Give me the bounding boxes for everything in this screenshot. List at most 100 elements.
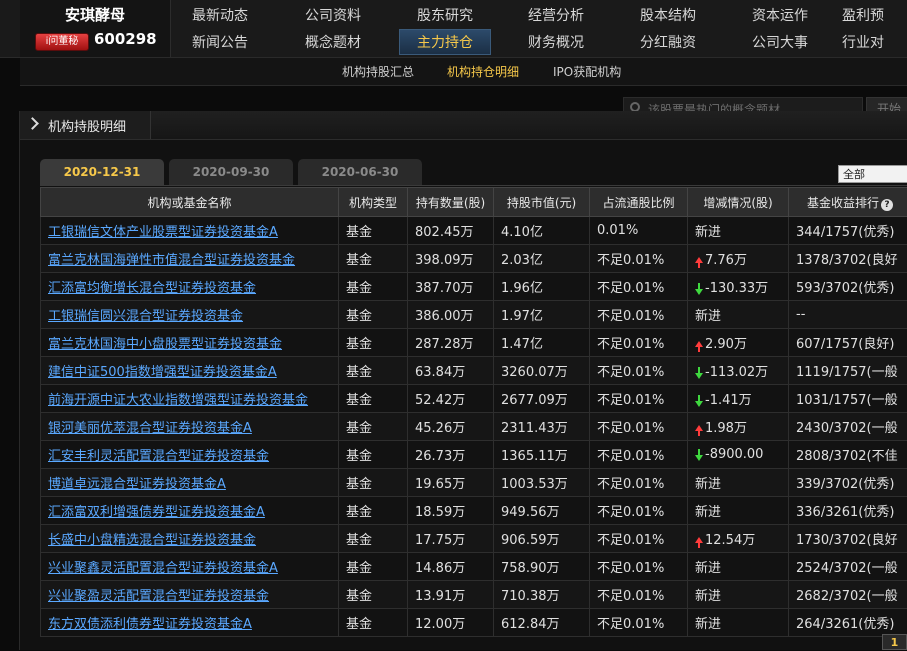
header-market-value[interactable]: 持股市值(元): [494, 188, 590, 217]
change-value: 新进: [695, 505, 721, 520]
change-cell: 1.98万: [688, 413, 789, 441]
change-value: 2.90万: [705, 337, 747, 352]
nav-company-profile[interactable]: 公司资料: [283, 3, 383, 29]
fund-name-cell: 建信中证500指数增强型证券投资基金A: [41, 357, 339, 385]
nav-concept-themes[interactable]: 概念题材: [283, 30, 383, 56]
fund-name-link[interactable]: 汇添富双利增强债券型证券投资基金A: [48, 505, 265, 520]
change-cell: -130.33万: [688, 273, 789, 301]
fund-name-link[interactable]: 工银瑞信文体产业股票型证券投资基金A: [48, 225, 278, 240]
float-ratio-cell: 不足0.01%: [590, 385, 688, 413]
stock-code: 600298: [94, 30, 157, 48]
subnav-institution-detail[interactable]: 机构持仓明细: [447, 63, 519, 80]
table-row: 建信中证500指数增强型证券投资基金A基金63.84万3260.07万不足0.0…: [41, 357, 907, 385]
fund-name-link[interactable]: 富兰克林国海弹性市值混合型证券投资基金: [48, 253, 295, 268]
float-ratio-cell: 不足0.01%: [590, 273, 688, 301]
fund-rank-cell: 2808/3702(不佳: [789, 441, 907, 469]
float-ratio-cell: 不足0.01%: [590, 301, 688, 329]
nav-industry-comparison[interactable]: 行业对: [842, 30, 907, 56]
change-cell: 7.76万: [688, 245, 789, 273]
nav-financial-overview[interactable]: 财务概况: [506, 30, 606, 56]
nav-share-structure[interactable]: 股本结构: [618, 3, 718, 29]
fund-name-link[interactable]: 汇安丰利灵活配置混合型证券投资基金: [48, 449, 269, 464]
stock-name: 安琪酵母: [40, 4, 150, 25]
nav-dividends-financing[interactable]: 分红融资: [618, 30, 718, 56]
fund-name-link[interactable]: 富兰克林国海中小盘股票型证券投资基金: [48, 337, 282, 352]
fund-rank-cell: 2430/3702(一般: [789, 413, 907, 441]
institution-type-cell: 基金: [339, 217, 408, 245]
institution-type-cell: 基金: [339, 329, 408, 357]
fund-rank-cell: 1730/3702(良好: [789, 525, 907, 553]
tab-2020-12-31[interactable]: 2020-12-31: [40, 159, 164, 185]
header-change[interactable]: 增减情况(股): [688, 188, 789, 217]
range-select[interactable]: 全部: [838, 165, 907, 183]
subnav-institution-summary[interactable]: 机构持股汇总: [342, 63, 414, 80]
ask-board-secretary-button[interactable]: i问董秘: [35, 33, 89, 51]
institution-type-cell: 基金: [339, 609, 408, 637]
nav-shareholder-research[interactable]: 股东研究: [395, 3, 495, 29]
fund-name-link[interactable]: 博道卓远混合型证券投资基金A: [48, 477, 226, 492]
top-navigation-bar: 安琪酵母 i问董秘 600298 最新动态 公司资料 股东研究 经营分析 股本结…: [0, 0, 907, 58]
increase-arrow-icon: [695, 341, 703, 347]
change-value: -1.41万: [705, 393, 752, 408]
tab-2020-06-30[interactable]: 2020-06-30: [298, 159, 422, 185]
fund-name-link[interactable]: 银河美丽优萃混合型证券投资基金A: [48, 421, 252, 436]
fund-name-link[interactable]: 建信中证500指数增强型证券投资基金A: [48, 365, 277, 380]
nav-main-holdings[interactable]: 主力持仓: [399, 29, 491, 55]
header-name[interactable]: 机构或基金名称: [41, 188, 339, 217]
table-row: 富兰克林国海弹性市值混合型证券投资基金基金398.09万2.03亿不足0.01%…: [41, 245, 907, 273]
tab-2020-09-30[interactable]: 2020-09-30: [169, 159, 293, 185]
institution-type-cell: 基金: [339, 413, 408, 441]
fund-name-link[interactable]: 汇添富均衡增长混合型证券投资基金: [48, 281, 256, 296]
fund-rank-cell: 1031/1757(一般: [789, 385, 907, 413]
change-value: 新进: [695, 617, 721, 632]
fund-name-link[interactable]: 工银瑞信圆兴混合型证券投资基金: [48, 309, 243, 324]
market-value-cell: 710.38万: [494, 581, 590, 609]
decrease-arrow-icon: [695, 401, 703, 407]
quantity-cell: 17.75万: [408, 525, 494, 553]
fund-name-link[interactable]: 前海开源中证大农业指数增强型证券投资基金: [48, 393, 308, 408]
header-fund-rank[interactable]: 基金收益排行?: [789, 188, 907, 217]
change-value: 新进: [695, 589, 721, 604]
pagination-page-button[interactable]: 1: [882, 634, 907, 650]
fund-name-cell: 汇安丰利灵活配置混合型证券投资基金: [41, 441, 339, 469]
nav-company-events[interactable]: 公司大事: [730, 30, 830, 56]
nav-capital-operations[interactable]: 资本运作: [730, 3, 830, 29]
header-quantity[interactable]: 持有数量(股): [408, 188, 494, 217]
fund-name-link[interactable]: 东方双债添利债券型证券投资基金A: [48, 617, 252, 632]
float-ratio-cell: 不足0.01%: [590, 497, 688, 525]
subnav-ipo-allocation[interactable]: IPO获配机构: [553, 63, 621, 80]
change-value: 7.76万: [705, 253, 747, 268]
header-fund-rank-label: 基金收益排行: [807, 196, 879, 210]
fund-name-cell: 兴业聚鑫灵活配置混合型证券投资基金A: [41, 553, 339, 581]
nav-news-announcements[interactable]: 新闻公告: [170, 30, 270, 56]
quantity-cell: 398.09万: [408, 245, 494, 273]
header-type[interactable]: 机构类型: [339, 188, 408, 217]
change-cell: 新进: [688, 553, 789, 581]
fund-name-link[interactable]: 长盛中小盘精选混合型证券投资基金: [48, 533, 256, 548]
change-cell: 新进: [688, 217, 789, 245]
panel-title-box[interactable]: 机构持股明细: [20, 111, 151, 139]
increase-arrow-icon: [695, 257, 703, 263]
market-value-cell: 1.47亿: [494, 329, 590, 357]
nav-business-analysis[interactable]: 经营分析: [506, 3, 606, 29]
fund-name-link[interactable]: 兴业聚盈灵活配置混合型证券投资基金: [48, 589, 269, 604]
change-value: -130.33万: [705, 281, 768, 296]
header-float-ratio[interactable]: 占流通股比例: [590, 188, 688, 217]
institution-type-cell: 基金: [339, 301, 408, 329]
help-icon[interactable]: ?: [881, 199, 893, 211]
change-cell: 新进: [688, 469, 789, 497]
quantity-cell: 52.42万: [408, 385, 494, 413]
float-ratio-cell: 不足0.01%: [590, 469, 688, 497]
float-ratio-cell: 不足0.01%: [590, 609, 688, 637]
table-row: 汇添富双利增强债券型证券投资基金A基金18.59万949.56万不足0.01%新…: [41, 497, 907, 525]
nav-latest-news[interactable]: 最新动态: [170, 3, 270, 29]
institution-type-cell: 基金: [339, 441, 408, 469]
table-row: 汇安丰利灵活配置混合型证券投资基金基金26.73万1365.11万不足0.01%…: [41, 441, 907, 469]
fund-rank-cell: 336/3261(优秀): [789, 497, 907, 525]
fund-name-cell: 兴业聚盈灵活配置混合型证券投资基金: [41, 581, 339, 609]
nav-profit-forecast[interactable]: 盈利预: [842, 3, 907, 29]
change-cell: 2.90万: [688, 329, 789, 357]
table-row: 东方双债添利债券型证券投资基金A基金12.00万612.84万不足0.01%新进…: [41, 609, 907, 637]
fund-name-link[interactable]: 兴业聚鑫灵活配置混合型证券投资基金A: [48, 561, 278, 576]
float-ratio-cell: 不足0.01%: [590, 553, 688, 581]
